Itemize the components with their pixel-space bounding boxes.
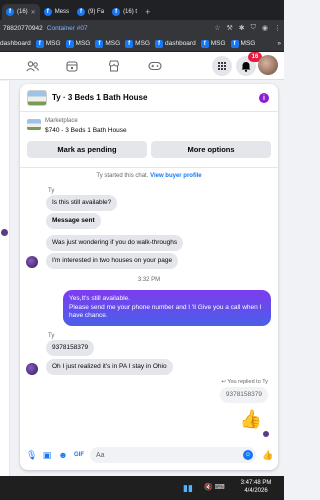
calendar-icon[interactable] — [65, 59, 79, 73]
more-options-button[interactable]: More options — [151, 141, 271, 158]
image-icon[interactable]: ▣ — [42, 450, 52, 461]
message-list[interactable]: Ty started this chat. View buyer profile… — [20, 169, 278, 439]
url-text[interactable]: 78820770942 — [3, 25, 43, 32]
facebook-icon: f — [43, 8, 52, 16]
system-clock[interactable]: 3:47:48 PM 4/4/2026 — [236, 479, 276, 495]
thumbs-up-icon[interactable]: 👍 — [240, 409, 262, 430]
message-input[interactable]: Aa ☺ — [90, 447, 256, 463]
taskbar-app-icon[interactable]: ▮▮ — [182, 482, 194, 494]
listing-subtitle[interactable]: $740 - 3 Beds 1 Bath House — [45, 127, 127, 134]
facebook-icon: f — [35, 39, 44, 48]
facebook-icon: f — [200, 39, 209, 48]
gaming-icon[interactable] — [148, 59, 162, 73]
incoming-message[interactable]: 9378158379 — [46, 340, 95, 356]
bookmark-item[interactable]: f MSG — [125, 39, 150, 48]
facebook-icon: f — [95, 39, 104, 48]
system-tray[interactable]: 🔇 ⌨ — [204, 483, 225, 491]
quoted-message[interactable]: 9378158379 — [219, 387, 268, 403]
new-tab-button[interactable]: + — [145, 7, 150, 17]
outgoing-message[interactable]: Yes,It's still available. Please send me… — [63, 290, 271, 326]
marketplace-label: Marketplace — [45, 118, 78, 124]
mark-as-pending-button[interactable]: Mark as pending — [27, 141, 147, 158]
message-timestamp: 3:32 PM — [137, 277, 161, 283]
bookmarks-overflow-button[interactable]: » — [277, 40, 284, 47]
browser-tab-bar: f (16) ✕ f Mess f (9) Fa f (16) t + — [0, 0, 284, 20]
listing-thumbnail — [27, 119, 41, 130]
chat-title: Ty · 3 Beds 1 Bath House — [52, 93, 148, 102]
address-bar: 78820770942 Container #07 ☆ ⚒ ✱ ⛉ ◉ ⋮ — [0, 20, 284, 36]
browser-tab[interactable]: f (9) Fa — [73, 4, 108, 20]
container-label[interactable]: Container #07 — [47, 25, 88, 32]
menu-icon[interactable]: ⋮ — [274, 24, 281, 32]
star-icon[interactable]: ☆ — [214, 24, 220, 32]
microphone-icon[interactable]: 🎙 — [26, 450, 37, 461]
marketplace-listing-panel: Marketplace $740 - 3 Beds 1 Bath House M… — [20, 113, 278, 168]
reply-indicator: ↩ You replied to Ty — [221, 379, 268, 385]
bookmark-item[interactable]: dashboard — [0, 40, 31, 47]
emoji-icon[interactable]: ☺ — [243, 450, 253, 460]
message-placeholder: Aa — [96, 451, 105, 459]
view-buyer-profile-link[interactable]: View buyer profile — [150, 173, 202, 179]
account-icon[interactable]: ◉ — [262, 24, 268, 32]
wrench-icon[interactable]: ⚒ — [226, 24, 232, 32]
facebook-icon: f — [6, 8, 14, 16]
facebook-icon: f — [125, 39, 134, 48]
puzzle-icon[interactable]: ✱ — [239, 24, 245, 32]
incoming-message[interactable]: I'm interested in two houses on your pag… — [46, 253, 179, 269]
contact-avatar[interactable] — [1, 229, 8, 236]
facebook-icon: f — [77, 8, 86, 16]
bookmark-item[interactable]: f MSG — [65, 39, 90, 48]
sender-avatar — [26, 363, 38, 375]
left-sidebar-sliver — [0, 81, 10, 476]
facebook-icon: f — [112, 8, 121, 16]
listing-thumbnail — [27, 89, 47, 106]
chat-started-notice: Ty started this chat. View buyer profile — [96, 173, 202, 179]
profile-avatar[interactable] — [258, 55, 278, 75]
friends-icon[interactable] — [25, 59, 39, 73]
chat-window: Ty · 3 Beds 1 Bath House i Marketplace $… — [20, 84, 278, 470]
thumbs-up-send-icon[interactable]: 👍 — [262, 450, 273, 461]
bookmark-item[interactable]: f MSG — [200, 39, 226, 48]
info-icon[interactable]: i — [259, 93, 269, 103]
bookmark-item[interactable]: f dashboard — [154, 39, 196, 48]
reply-icon: ↩ — [221, 379, 226, 385]
sticker-icon[interactable]: ☻ — [58, 450, 68, 460]
browser-tab[interactable]: f Mess — [40, 4, 73, 20]
incoming-message[interactable]: Was just wondering if you do walk-throug… — [46, 235, 184, 251]
bookmarks-bar: dashboard f MSG f MSG f MSG f MSG f dashboard… — [0, 36, 284, 52]
gif-icon[interactable]: GIF — [74, 452, 84, 458]
facebook-icon: f — [230, 39, 239, 48]
bookmark-item[interactable]: f MSG — [35, 39, 61, 48]
bookmark-item[interactable]: f MSG — [95, 39, 120, 48]
bookmark-item[interactable]: f MSG — [230, 39, 255, 48]
message-composer: 🎙 ▣ ☻ GIF Aa ☺ 👍 — [20, 440, 278, 470]
browser-tab[interactable]: f (16) ✕ — [2, 4, 40, 20]
incoming-message[interactable]: Message sent — [46, 213, 101, 229]
facebook-icon: f — [154, 39, 163, 48]
incoming-message[interactable]: Is this still available? — [46, 195, 118, 211]
marketplace-icon[interactable] — [107, 59, 121, 73]
sender-avatar — [26, 256, 38, 268]
menu-grid-icon[interactable] — [212, 56, 232, 76]
browser-tab[interactable]: f (16) t — [108, 4, 141, 20]
shield-icon[interactable]: ⛉ — [251, 24, 256, 32]
chat-header[interactable]: Ty · 3 Beds 1 Bath House i — [20, 84, 278, 112]
seen-avatar — [263, 431, 269, 437]
sender-name: Ty — [48, 188, 55, 194]
close-tab-icon[interactable]: ✕ — [31, 9, 36, 16]
facebook-icon: f — [65, 39, 74, 48]
facebook-top-nav: 16 — [0, 52, 284, 80]
windows-taskbar: ▮▮ 🔇 ⌨ 3:47:48 PM 4/4/2026 — [0, 476, 284, 500]
sender-name: Ty — [48, 333, 55, 339]
incoming-message[interactable]: Oh I just realized it's in PA I stay in … — [46, 359, 173, 375]
